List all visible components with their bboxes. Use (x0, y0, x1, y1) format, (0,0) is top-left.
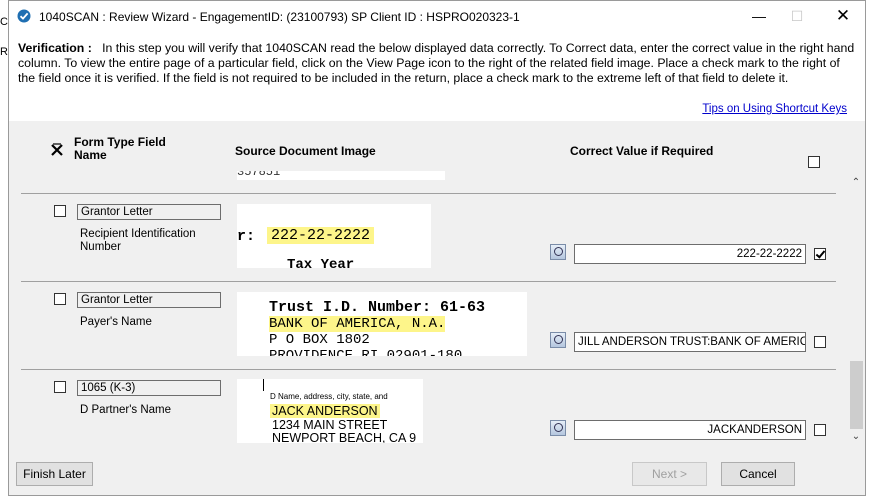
image-text: NEWPORT BEACH, CA 9 (272, 431, 417, 443)
scroll-up-icon[interactable]: ⌃ (847, 177, 865, 193)
correct-value-input[interactable]: JACKANDERSON (574, 420, 806, 440)
col-correct-value: Correct Value if Required (570, 144, 714, 158)
correct-value-input[interactable]: JILL ANDERSON TRUST:BANK OF AMERICA, N.A… (574, 332, 806, 352)
field-name: Recipient Identification Number (80, 228, 196, 253)
form-type-box: 1065 (K-3) (77, 380, 221, 396)
background-letter: R (0, 46, 8, 58)
source-image-ssn: r: 222-22-2222 Tax Year (237, 204, 431, 268)
maximize-button[interactable]: ☐ (782, 6, 812, 26)
verified-checkbox[interactable] (814, 336, 826, 348)
form-type-box: Grantor Letter (77, 204, 221, 220)
image-highlight-text: 222-22-2222 (267, 227, 375, 244)
verification-label: Verification : (18, 41, 92, 55)
row-divider (21, 193, 836, 194)
verified-checkbox[interactable] (814, 424, 826, 436)
col-form-type-field-name: Form Type Field Name (74, 135, 166, 162)
field-name: Payer's Name (80, 316, 152, 328)
view-page-icon[interactable] (550, 420, 566, 436)
col-source-document-image: Source Document Image (235, 144, 376, 158)
verification-instructions: Verification : In this step you will ver… (18, 41, 860, 86)
close-button[interactable]: ✕ (828, 6, 858, 26)
image-text: D Name, address, city, state, and (270, 392, 388, 401)
image-text: Tax Year (287, 257, 355, 268)
image-highlight-text: JACK ANDERSON (270, 404, 380, 418)
scroll-down-icon[interactable]: ⌄ (847, 431, 865, 447)
minimize-button[interactable]: — (744, 6, 774, 26)
image-text: P O BOX 1802 (269, 332, 370, 348)
source-image-partner: D Name, address, city, state, and JACK A… (237, 379, 423, 443)
title-bar: 1040SCAN : Review Wizard - EngagementID:… (9, 1, 865, 31)
partial-source-image: 357851 (237, 171, 445, 180)
tips-shortcut-link[interactable]: Tips on Using Shortcut Keys (702, 103, 847, 115)
correct-value-input[interactable]: 222-22-2222 (574, 244, 806, 264)
view-page-icon[interactable] (550, 244, 566, 260)
row-divider (21, 369, 836, 370)
background-app-edge: C R (0, 0, 8, 503)
image-prefix: r: (237, 228, 256, 245)
grid-header: Form Type Field Name Source Document Ima… (9, 121, 865, 177)
delete-row-checkbox[interactable] (54, 205, 66, 217)
image-text: PROVIDENCE RI 02901-180 (269, 348, 463, 356)
finish-later-button[interactable]: Finish Later (16, 462, 93, 486)
row-divider (21, 281, 836, 282)
image-text: 1234 MAIN STREET (272, 418, 388, 432)
image-highlight-text: BANK OF AMERICA, N.A. (269, 316, 446, 332)
verified-checkbox[interactable] (814, 248, 826, 260)
source-image-payer: Trust I.D. Number: 61-63 BANK OF AMERICA… (237, 292, 527, 356)
delete-row-checkbox[interactable] (54, 381, 66, 393)
cancel-button[interactable]: Cancel (721, 462, 795, 486)
scroll-thumb[interactable] (850, 361, 863, 429)
verify-all-checkbox[interactable] (808, 156, 820, 168)
app-check-icon (17, 9, 31, 23)
image-text: Trust I.D. Number: 61-63 (269, 299, 486, 316)
view-page-icon[interactable] (550, 332, 566, 348)
form-type-box: Grantor Letter (77, 292, 221, 308)
window-title: 1040SCAN : Review Wizard - EngagementID:… (39, 10, 520, 24)
vertical-scrollbar[interactable]: ⌃ ⌄ (847, 177, 865, 449)
verification-text: In this step you will verify that 1040SC… (18, 41, 855, 85)
next-button[interactable]: Next > (632, 462, 707, 486)
delete-row-checkbox[interactable] (54, 293, 66, 305)
image-rule (263, 379, 264, 391)
background-letter: C (0, 16, 8, 28)
delete-all-icon[interactable] (50, 143, 64, 157)
field-name: D Partner's Name (80, 404, 172, 416)
review-wizard-window: 1040SCAN : Review Wizard - EngagementID:… (8, 0, 866, 496)
partial-image-text: 357851 (237, 171, 281, 179)
